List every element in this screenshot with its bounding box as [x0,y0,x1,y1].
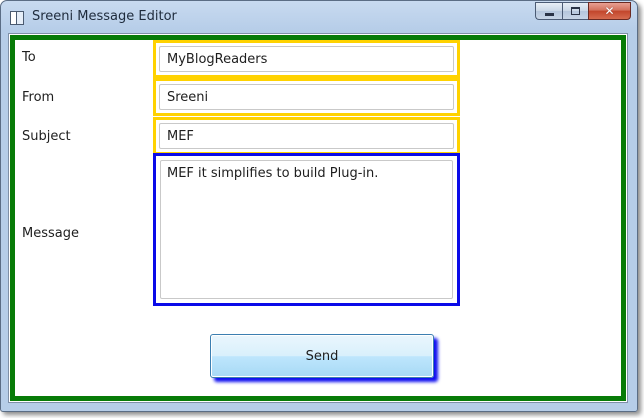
close-button[interactable]: ✕ [588,2,631,20]
subject-field[interactable] [159,123,454,149]
app-window-icon[interactable] [10,11,24,25]
app-window: Sreeni Message Editor ✕ To From Subject [0,0,638,412]
subject-label: Subject [22,129,71,144]
message-field-border: MEF it simplifies to build Plug-in. [153,153,460,306]
from-field-border [153,78,460,116]
maximize-icon [571,7,580,15]
from-field[interactable] [159,84,454,110]
title-bar[interactable]: Sreeni Message Editor ✕ [1,1,637,33]
minimize-button[interactable] [535,2,562,20]
maximize-button[interactable] [562,2,588,20]
from-label: From [22,90,55,105]
to-field[interactable] [159,46,454,72]
to-field-border [153,40,460,78]
client-area: To From Subject Message MEF it simplifie… [8,33,628,403]
message-label: Message [22,226,79,241]
subject-field-border [153,117,460,155]
message-field[interactable]: MEF it simplifies to build Plug-in. [160,160,453,299]
form-border: To From Subject Message MEF it simplifie… [10,35,626,401]
close-icon: ✕ [604,4,615,18]
minimize-icon [544,12,554,16]
window-title: Sreeni Message Editor [32,9,177,24]
to-label: To [22,50,36,65]
send-button[interactable]: Send [210,334,434,378]
caption-buttons: ✕ [535,2,631,21]
